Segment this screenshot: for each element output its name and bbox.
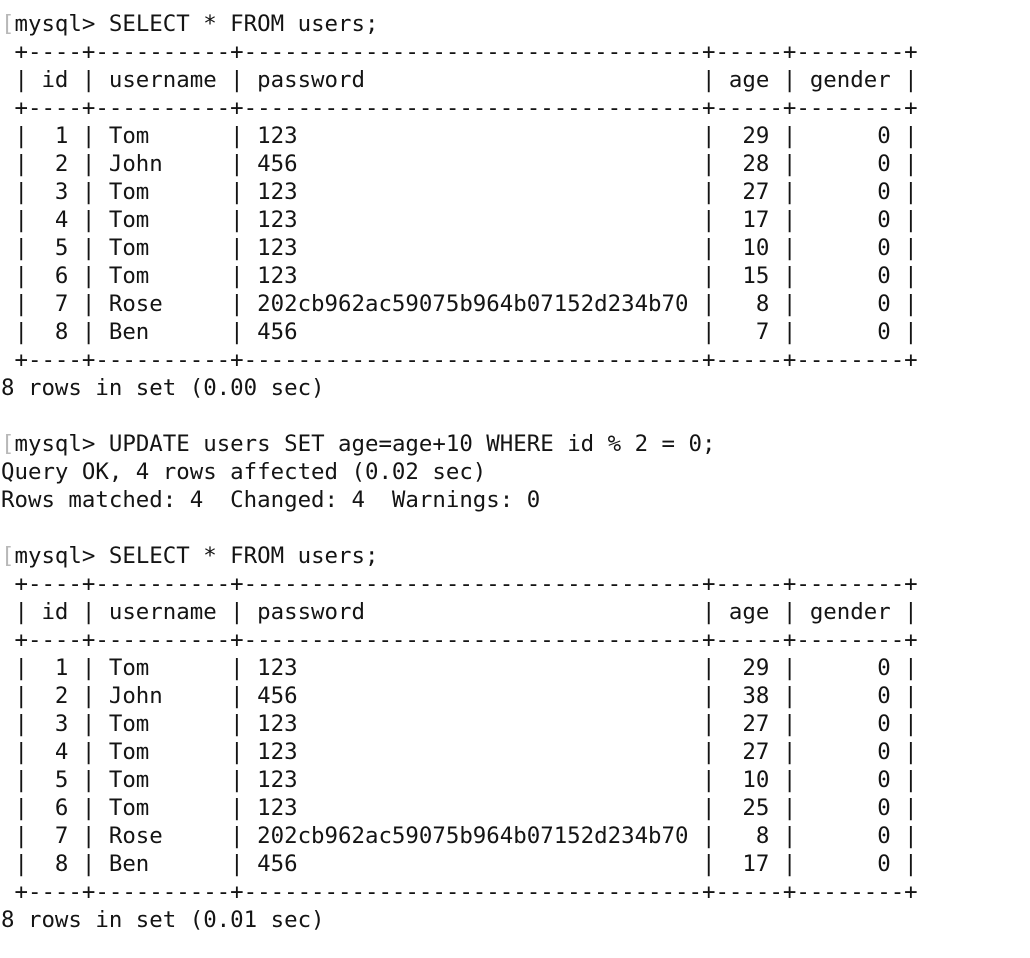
- table-2-border-top: +----+----------+-----------------------…: [1, 571, 918, 597]
- table-0-row-0: | 1 | Tom | 123 | 29 | 0 |: [1, 123, 918, 149]
- table-2-row-5: | 6 | Tom | 123 | 25 | 0 |: [1, 795, 918, 821]
- table-0-row-6: | 7 | Rose | 202cb962ac59075b964b07152d2…: [1, 291, 918, 317]
- sql-command: UPDATE users SET age=age+10 WHERE id % 2…: [108, 431, 716, 457]
- table-2-border-mid: +----+----------+-----------------------…: [1, 627, 918, 653]
- table-0-row-1: | 2 | John | 456 | 28 | 0 |: [1, 151, 918, 177]
- sql-command: SELECT * FROM users;: [108, 11, 379, 37]
- mysql-prompt: mysql>: [14, 11, 109, 37]
- spacer-1: [0, 402, 1030, 430]
- table-2-header-row: | id | username | password | age | gende…: [1, 599, 918, 625]
- table-0-row-4: | 5 | Tom | 123 | 10 | 0 |: [1, 235, 918, 261]
- terminal-output[interactable]: [mysql> SELECT * FROM users; +----+-----…: [0, 0, 1030, 934]
- table-0-row-3: | 4 | Tom | 123 | 17 | 0 |: [1, 207, 918, 233]
- table-0-row-2: | 3 | Tom | 123 | 27 | 0 |: [1, 179, 918, 205]
- prompt-bracket-glyph: [: [1, 431, 15, 457]
- table-0-header-row: | id | username | password | age | gende…: [1, 67, 918, 93]
- status-1-line-0: Query OK, 4 rows affected (0.02 sec): [1, 459, 487, 485]
- table-0-row-7: | 8 | Ben | 456 | 7 | 0 |: [1, 319, 918, 345]
- table-0-row-5: | 6 | Tom | 123 | 15 | 0 |: [1, 263, 918, 289]
- table-0-border-bottom: +----+----------+-----------------------…: [1, 347, 918, 373]
- spacer-2: [0, 514, 1030, 542]
- prompt-line-2[interactable]: [mysql> SELECT * FROM users;: [0, 542, 1030, 570]
- prompt-bracket-glyph: [: [1, 543, 15, 569]
- table-2-row-1: | 2 | John | 456 | 38 | 0 |: [1, 683, 918, 709]
- table-0-border-mid: +----+----------+-----------------------…: [1, 95, 918, 121]
- table-2-status: 8 rows in set (0.01 sec): [1, 907, 325, 933]
- table-2-row-6: | 7 | Rose | 202cb962ac59075b964b07152d2…: [1, 823, 918, 849]
- table-2-border-bottom: +----+----------+-----------------------…: [1, 879, 918, 905]
- table-2-row-4: | 5 | Tom | 123 | 10 | 0 |: [1, 767, 918, 793]
- prompt-line-1[interactable]: [mysql> UPDATE users SET age=age+10 WHER…: [0, 430, 1030, 458]
- status-1-line-1: Rows matched: 4 Changed: 4 Warnings: 0: [1, 487, 541, 513]
- sql-command: SELECT * FROM users;: [108, 543, 379, 569]
- table-2-row-3: | 4 | Tom | 123 | 27 | 0 |: [1, 739, 918, 765]
- mysql-prompt: mysql>: [14, 431, 109, 457]
- mysql-prompt: mysql>: [14, 543, 109, 569]
- table-2-row-7: | 8 | Ben | 456 | 17 | 0 |: [1, 851, 918, 877]
- prompt-bracket-glyph: [: [1, 11, 15, 37]
- table-2-row-0: | 1 | Tom | 123 | 29 | 0 |: [1, 655, 918, 681]
- table-2-row-2: | 3 | Tom | 123 | 27 | 0 |: [1, 711, 918, 737]
- table-0-border-top: +----+----------+-----------------------…: [1, 39, 918, 65]
- table-0-status: 8 rows in set (0.00 sec): [1, 375, 325, 401]
- prompt-line-0[interactable]: [mysql> SELECT * FROM users;: [0, 10, 1030, 38]
